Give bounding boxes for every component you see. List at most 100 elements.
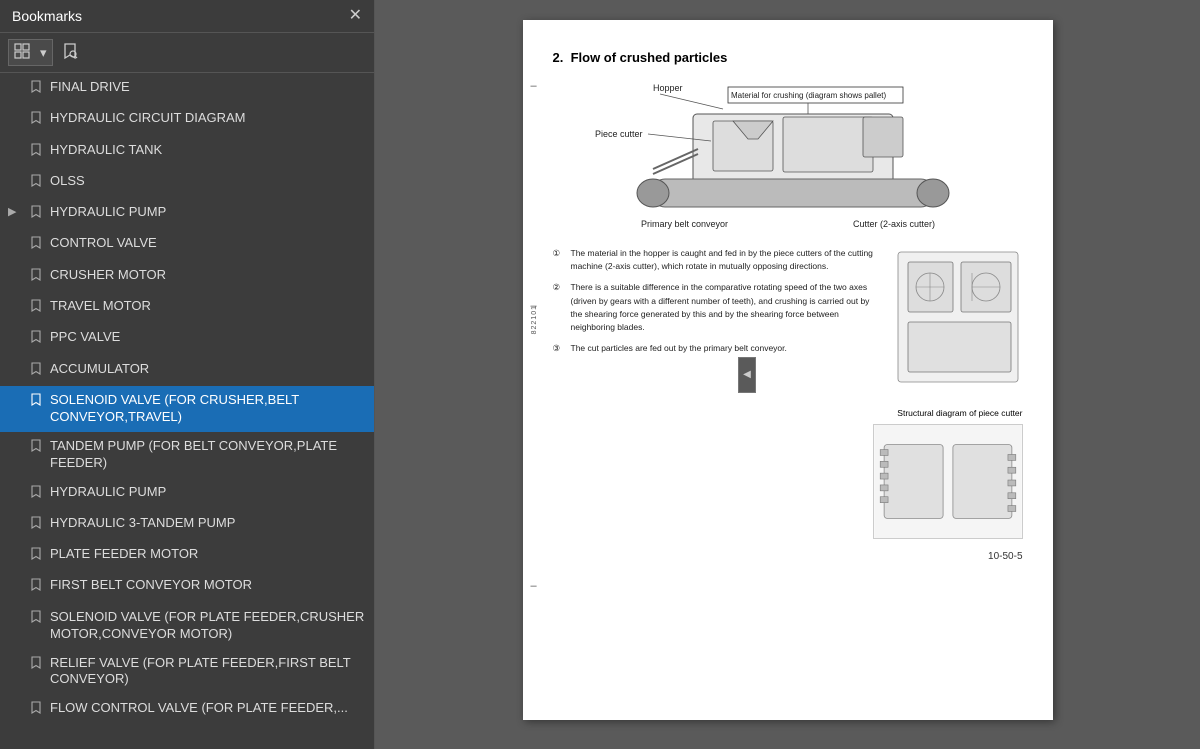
bookmarks-title: Bookmarks xyxy=(12,8,82,24)
bookmark-flag-final-drive xyxy=(30,80,44,98)
toolbar-btn-group: ▾ xyxy=(8,39,53,66)
bookmark-item-solenoid-valve-crusher[interactable]: SOLENOID VALVE (FOR CRUSHER,BELT CONVEYO… xyxy=(0,386,374,432)
svg-text:Cutter (2-axis cutter): Cutter (2-axis cutter) xyxy=(853,219,935,229)
document-content: ◀ – – – 2. Flow of crushed particles Hop… xyxy=(375,0,1200,749)
document-panel: ◀ – – – 2. Flow of crushed particles Hop… xyxy=(375,0,1200,749)
section-title: 2. Flow of crushed particles xyxy=(553,50,1023,65)
grid-view-button[interactable] xyxy=(9,40,35,65)
svg-text:Hopper: Hopper xyxy=(653,83,683,93)
bookmarks-panel: Bookmarks ✕ ▾ xyxy=(0,0,375,749)
bookmark-search-button[interactable] xyxy=(57,39,83,66)
bookmark-label-hydraulic-pump-2: HYDRAULIC PUMP xyxy=(50,484,366,501)
bookmark-label-hydraulic-pump: HYDRAULIC PUMP xyxy=(50,204,366,221)
bookmark-label-final-drive: FINAL DRIVE xyxy=(50,79,366,96)
list-text-1: The material in the hopper is caught and… xyxy=(571,247,881,273)
bookmark-item-travel-motor[interactable]: TRAVEL MOTOR xyxy=(0,292,374,323)
bookmark-flag-hydraulic-tank xyxy=(30,143,44,161)
bookmark-item-hydraulic-3-tandem[interactable]: HYDRAULIC 3-TANDEM PUMP xyxy=(0,509,374,540)
top-diagram: Hopper Material for crushing (diagram sh… xyxy=(553,79,1023,239)
list-text-2: There is a suitable difference in the co… xyxy=(571,281,881,334)
bookmark-flag-flow-control-valve xyxy=(30,701,44,719)
bookmark-flag-olss xyxy=(30,174,44,192)
bookmark-item-control-valve[interactable]: CONTROL VALVE xyxy=(0,229,374,260)
bookmark-item-olss[interactable]: OLSS xyxy=(0,167,374,198)
bookmark-item-hydraulic-tank[interactable]: HYDRAULIC TANK xyxy=(0,136,374,167)
dropdown-arrow-button[interactable]: ▾ xyxy=(35,42,52,64)
bookmark-flag-solenoid-valve-plate xyxy=(30,610,44,628)
bookmark-label-hydraulic-circuit-diagram: HYDRAULIC CIRCUIT DIAGRAM xyxy=(50,110,366,127)
bookmark-label-control-valve: CONTROL VALVE xyxy=(50,235,366,252)
bookmark-label-hydraulic-3-tandem: HYDRAULIC 3-TANDEM PUMP xyxy=(50,515,366,532)
bookmark-flag-ppc-valve xyxy=(30,330,44,348)
bookmark-item-plate-feeder-motor[interactable]: PLATE FEEDER MOTOR xyxy=(0,540,374,571)
bookmark-label-hydraulic-tank: HYDRAULIC TANK xyxy=(50,142,366,159)
bookmark-item-flow-control-valve[interactable]: FLOW CONTROL VALVE (FOR PLATE FEEDER,... xyxy=(0,694,374,725)
bookmark-label-tandem-pump: TANDEM PUMP (FOR BELT CONVEYOR,PLATE FEE… xyxy=(50,438,366,472)
right-diagram xyxy=(893,247,1023,392)
structural-title: Structural diagram of piece cutter xyxy=(553,408,1023,418)
bookmark-flag-hydraulic-pump xyxy=(30,205,44,223)
page-number: 10-50-5 xyxy=(553,551,1023,562)
svg-text:Piece cutter: Piece cutter xyxy=(595,129,643,139)
text-item-3: ③ The cut particles are fed out by the p… xyxy=(553,342,881,355)
bookmark-item-hydraulic-pump[interactable]: ▶ HYDRAULIC PUMP xyxy=(0,198,374,229)
bookmarks-list: FINAL DRIVE HYDRAULIC CIRCUIT DIAGRAM HY… xyxy=(0,73,374,749)
list-text-3: The cut particles are fed out by the pri… xyxy=(571,342,787,355)
list-num-3: ③ xyxy=(553,342,567,355)
bookmark-flag-accumulator xyxy=(30,362,44,380)
bookmark-label-travel-motor: TRAVEL MOTOR xyxy=(50,298,366,315)
bookmark-icon xyxy=(62,42,78,63)
chevron-left-icon: ◀ xyxy=(743,369,751,380)
line-marker-3: – xyxy=(531,580,537,592)
bookmark-item-tandem-pump[interactable]: TANDEM PUMP (FOR BELT CONVEYOR,PLATE FEE… xyxy=(0,432,374,478)
bookmark-item-accumulator[interactable]: ACCUMULATOR xyxy=(0,355,374,386)
text-item-1: ① The material in the hopper is caught a… xyxy=(553,247,881,273)
bookmark-flag-control-valve xyxy=(30,236,44,254)
text-content: ① The material in the hopper is caught a… xyxy=(553,247,881,392)
svg-text:Primary belt conveyor: Primary belt conveyor xyxy=(641,219,728,229)
side-label: 822101 xyxy=(531,247,538,392)
bottom-section: Structural diagram of piece cutter xyxy=(553,408,1023,539)
bookmark-label-accumulator: ACCUMULATOR xyxy=(50,361,366,378)
bookmark-label-plate-feeder-motor: PLATE FEEDER MOTOR xyxy=(50,546,366,563)
bookmark-item-crusher-motor[interactable]: CRUSHER MOTOR xyxy=(0,261,374,292)
bookmark-item-ppc-valve[interactable]: PPC VALVE xyxy=(0,323,374,354)
bookmark-label-olss: OLSS xyxy=(50,173,366,190)
close-button[interactable]: ✕ xyxy=(349,8,362,24)
collapse-panel-button[interactable]: ◀ xyxy=(738,357,756,393)
bookmark-item-final-drive[interactable]: FINAL DRIVE xyxy=(0,73,374,104)
bookmark-item-relief-valve[interactable]: RELIEF VALVE (FOR PLATE FEEDER,FIRST BEL… xyxy=(0,649,374,695)
bookmark-label-relief-valve: RELIEF VALVE (FOR PLATE FEEDER,FIRST BEL… xyxy=(50,655,366,689)
page-container: – – – 2. Flow of crushed particles Hoppe… xyxy=(523,20,1053,720)
bookmark-flag-hydraulic-3-tandem xyxy=(30,516,44,534)
bookmark-label-crusher-motor: CRUSHER MOTOR xyxy=(50,267,366,284)
expand-icon-hydraulic-pump: ▶ xyxy=(8,205,24,219)
line-marker-1: – xyxy=(531,80,537,92)
bookmark-label-ppc-valve: PPC VALVE xyxy=(50,329,366,346)
bookmark-label-solenoid-valve-crusher: SOLENOID VALVE (FOR CRUSHER,BELT CONVEYO… xyxy=(50,392,366,426)
bookmark-flag-hydraulic-pump-2 xyxy=(30,485,44,503)
bookmark-label-solenoid-valve-plate: SOLENOID VALVE (FOR PLATE FEEDER,CRUSHER… xyxy=(50,609,366,643)
bookmark-flag-crusher-motor xyxy=(30,268,44,286)
list-num-2: ② xyxy=(553,281,567,334)
bookmark-flag-tandem-pump xyxy=(30,439,44,457)
grid-icon xyxy=(14,43,30,62)
chevron-down-icon: ▾ xyxy=(40,45,47,61)
bookmark-flag-plate-feeder-motor xyxy=(30,547,44,565)
bookmark-flag-solenoid-valve-crusher xyxy=(30,393,44,411)
bookmarks-toolbar: ▾ xyxy=(0,33,374,73)
middle-section: 822101 ① The material in the hopper is c… xyxy=(553,247,1023,392)
bookmark-flag-travel-motor xyxy=(30,299,44,317)
bookmark-item-hydraulic-circuit-diagram[interactable]: HYDRAULIC CIRCUIT DIAGRAM xyxy=(0,104,374,135)
bookmark-flag-first-belt-conveyor-motor xyxy=(30,578,44,596)
bookmark-flag-hydraulic-circuit-diagram xyxy=(30,111,44,129)
bookmark-label-first-belt-conveyor-motor: FIRST BELT CONVEYOR MOTOR xyxy=(50,577,366,594)
bookmarks-header: Bookmarks ✕ xyxy=(0,0,374,33)
bookmark-label-flow-control-valve: FLOW CONTROL VALVE (FOR PLATE FEEDER,... xyxy=(50,700,366,717)
bookmark-item-hydraulic-pump-2[interactable]: HYDRAULIC PUMP xyxy=(0,478,374,509)
text-item-2: ② There is a suitable difference in the … xyxy=(553,281,881,334)
bookmark-item-solenoid-valve-plate[interactable]: SOLENOID VALVE (FOR PLATE FEEDER,CRUSHER… xyxy=(0,603,374,649)
bottom-diagram-container xyxy=(553,424,1023,539)
svg-text:Material for crushing (diagram: Material for crushing (diagram shows pal… xyxy=(731,91,887,100)
bookmark-item-first-belt-conveyor-motor[interactable]: FIRST BELT CONVEYOR MOTOR xyxy=(0,571,374,602)
